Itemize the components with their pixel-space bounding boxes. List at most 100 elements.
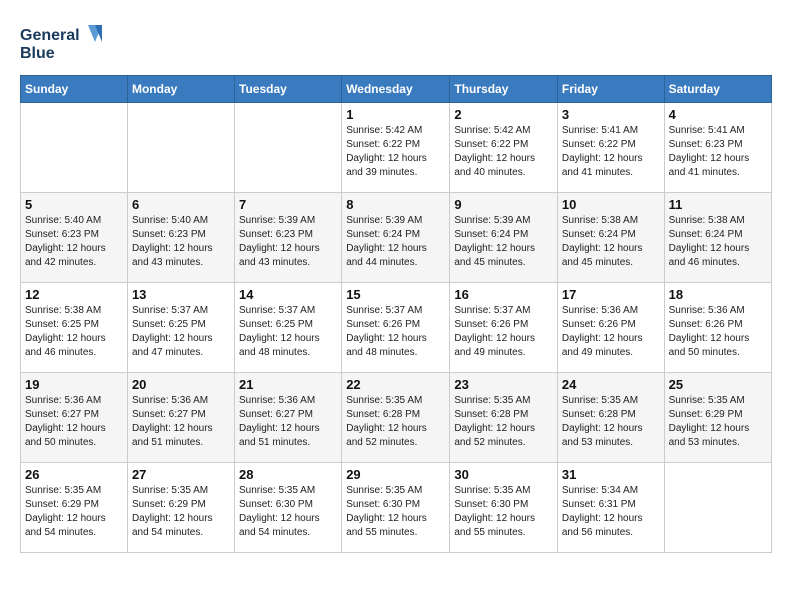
calendar-week-row: 1 Sunrise: 5:42 AM Sunset: 6:22 PM Daylig… <box>21 103 772 193</box>
day-info: Sunrise: 5:40 AM Sunset: 6:23 PM Dayligh… <box>132 214 230 270</box>
calendar-cell: 13 Sunrise: 5:37 AM Sunset: 6:25 PM Dayli… <box>127 283 234 373</box>
day-number: 2 <box>454 107 553 122</box>
day-number: 7 <box>239 197 337 212</box>
weekday-header-sunday: Sunday <box>21 76 128 103</box>
calendar-cell <box>21 103 128 193</box>
day-number: 29 <box>346 467 445 482</box>
day-info: Sunrise: 5:35 AM Sunset: 6:28 PM Dayligh… <box>562 394 660 450</box>
calendar-cell: 4 Sunrise: 5:41 AM Sunset: 6:23 PM Daylig… <box>664 103 771 193</box>
svg-text:Blue: Blue <box>20 45 55 62</box>
calendar-cell: 27 Sunrise: 5:35 AM Sunset: 6:29 PM Dayli… <box>127 463 234 553</box>
day-number: 12 <box>25 287 123 302</box>
day-info: Sunrise: 5:35 AM Sunset: 6:28 PM Dayligh… <box>454 394 553 450</box>
calendar-cell: 16Sunrise: 5:37 AM Sunset: 6:26 PM Dayli… <box>450 283 558 373</box>
day-number: 18 <box>669 287 767 302</box>
day-number: 3 <box>562 107 660 122</box>
day-info: Sunrise: 5:35 AM Sunset: 6:29 PM Dayligh… <box>132 484 230 540</box>
calendar-cell: 28Sunrise: 5:35 AM Sunset: 6:30 PM Dayli… <box>235 463 342 553</box>
calendar-cell: 6 Sunrise: 5:40 AM Sunset: 6:23 PM Daylig… <box>127 193 234 283</box>
calendar-cell: 23 Sunrise: 5:35 AM Sunset: 6:28 PM Dayli… <box>450 373 558 463</box>
day-info: Sunrise: 5:35 AM Sunset: 6:30 PM Dayligh… <box>346 484 445 540</box>
day-number: 20 <box>132 377 230 392</box>
calendar-cell: 22 Sunrise: 5:35 AM Sunset: 6:28 PM Dayli… <box>342 373 450 463</box>
calendar-cell: 10 Sunrise: 5:38 AM Sunset: 6:24 PM Dayli… <box>557 193 664 283</box>
day-number: 9 <box>454 197 553 212</box>
day-number: 8 <box>346 197 445 212</box>
day-info: Sunrise: 5:35 AM Sunset: 6:29 PM Dayligh… <box>669 394 767 450</box>
day-info: Sunrise: 5:40 AM Sunset: 6:23 PM Dayligh… <box>25 214 123 270</box>
calendar-cell: 20 Sunrise: 5:36 AM Sunset: 6:27 PM Dayli… <box>127 373 234 463</box>
day-info: Sunrise: 5:34 AM Sunset: 6:31 PM Dayligh… <box>562 484 660 540</box>
calendar-cell: 15 Sunrise: 5:37 AM Sunset: 6:26 PM Dayli… <box>342 283 450 373</box>
day-info: Sunrise: 5:37 AM Sunset: 6:25 PM Dayligh… <box>239 304 337 360</box>
calendar-cell: 14 Sunrise: 5:37 AM Sunset: 6:25 PM Dayli… <box>235 283 342 373</box>
calendar-cell <box>235 103 342 193</box>
day-info: Sunrise: 5:36 AM Sunset: 6:26 PM Dayligh… <box>669 304 767 360</box>
day-info: Sunrise: 5:39 AM Sunset: 6:23 PM Dayligh… <box>239 214 337 270</box>
calendar-cell: 24 Sunrise: 5:35 AM Sunset: 6:28 PM Dayli… <box>557 373 664 463</box>
day-info: Sunrise: 5:38 AM Sunset: 6:24 PM Dayligh… <box>562 214 660 270</box>
calendar-week-row: 19Sunrise: 5:36 AM Sunset: 6:27 PM Dayli… <box>21 373 772 463</box>
day-info: Sunrise: 5:37 AM Sunset: 6:26 PM Dayligh… <box>346 304 445 360</box>
calendar-cell: 26Sunrise: 5:35 AM Sunset: 6:29 PM Dayli… <box>21 463 128 553</box>
weekday-header-saturday: Saturday <box>664 76 771 103</box>
day-info: Sunrise: 5:41 AM Sunset: 6:23 PM Dayligh… <box>669 124 767 180</box>
day-number: 1 <box>346 107 445 122</box>
calendar-cell: 19Sunrise: 5:36 AM Sunset: 6:27 PM Dayli… <box>21 373 128 463</box>
day-info: Sunrise: 5:42 AM Sunset: 6:22 PM Dayligh… <box>454 124 553 180</box>
calendar-cell: 21 Sunrise: 5:36 AM Sunset: 6:27 PM Dayli… <box>235 373 342 463</box>
calendar-cell: 12 Sunrise: 5:38 AM Sunset: 6:25 PM Dayli… <box>21 283 128 373</box>
day-info: Sunrise: 5:36 AM Sunset: 6:27 PM Dayligh… <box>25 394 123 450</box>
day-number: 14 <box>239 287 337 302</box>
weekday-header-thursday: Thursday <box>450 76 558 103</box>
day-number: 17 <box>562 287 660 302</box>
day-info: Sunrise: 5:39 AM Sunset: 6:24 PM Dayligh… <box>346 214 445 270</box>
day-info: Sunrise: 5:41 AM Sunset: 6:22 PM Dayligh… <box>562 124 660 180</box>
day-number: 13 <box>132 287 230 302</box>
calendar-cell: 9 Sunrise: 5:39 AM Sunset: 6:24 PM Daylig… <box>450 193 558 283</box>
calendar-cell: 29 Sunrise: 5:35 AM Sunset: 6:30 PM Dayli… <box>342 463 450 553</box>
day-number: 6 <box>132 197 230 212</box>
day-info: Sunrise: 5:35 AM Sunset: 6:30 PM Dayligh… <box>239 484 337 540</box>
day-number: 15 <box>346 287 445 302</box>
calendar-cell: 18 Sunrise: 5:36 AM Sunset: 6:26 PM Dayli… <box>664 283 771 373</box>
day-number: 24 <box>562 377 660 392</box>
calendar-cell: 30 Sunrise: 5:35 AM Sunset: 6:30 PM Dayli… <box>450 463 558 553</box>
day-info: Sunrise: 5:36 AM Sunset: 6:26 PM Dayligh… <box>562 304 660 360</box>
calendar-cell <box>127 103 234 193</box>
weekday-header-friday: Friday <box>557 76 664 103</box>
calendar-cell: 5 Sunrise: 5:40 AM Sunset: 6:23 PM Daylig… <box>21 193 128 283</box>
day-number: 31 <box>562 467 660 482</box>
calendar-cell: 2 Sunrise: 5:42 AM Sunset: 6:22 PM Daylig… <box>450 103 558 193</box>
day-info: Sunrise: 5:37 AM Sunset: 6:26 PM Dayligh… <box>454 304 553 360</box>
day-number: 23 <box>454 377 553 392</box>
day-number: 25 <box>669 377 767 392</box>
day-info: Sunrise: 5:35 AM Sunset: 6:30 PM Dayligh… <box>454 484 553 540</box>
calendar-cell: 8 Sunrise: 5:39 AM Sunset: 6:24 PM Daylig… <box>342 193 450 283</box>
calendar-week-row: 26Sunrise: 5:35 AM Sunset: 6:29 PM Dayli… <box>21 463 772 553</box>
day-number: 30 <box>454 467 553 482</box>
day-info: Sunrise: 5:38 AM Sunset: 6:25 PM Dayligh… <box>25 304 123 360</box>
calendar-week-row: 5 Sunrise: 5:40 AM Sunset: 6:23 PM Daylig… <box>21 193 772 283</box>
day-number: 21 <box>239 377 337 392</box>
day-number: 5 <box>25 197 123 212</box>
calendar-cell: 31 Sunrise: 5:34 AM Sunset: 6:31 PM Dayli… <box>557 463 664 553</box>
day-number: 22 <box>346 377 445 392</box>
day-info: Sunrise: 5:36 AM Sunset: 6:27 PM Dayligh… <box>239 394 337 450</box>
day-number: 4 <box>669 107 767 122</box>
day-info: Sunrise: 5:36 AM Sunset: 6:27 PM Dayligh… <box>132 394 230 450</box>
calendar-cell: 11 Sunrise: 5:38 AM Sunset: 6:24 PM Dayli… <box>664 193 771 283</box>
day-info: Sunrise: 5:39 AM Sunset: 6:24 PM Dayligh… <box>454 214 553 270</box>
day-number: 10 <box>562 197 660 212</box>
weekday-header-row: SundayMondayTuesdayWednesdayThursdayFrid… <box>21 76 772 103</box>
day-info: Sunrise: 5:38 AM Sunset: 6:24 PM Dayligh… <box>669 214 767 270</box>
day-info: Sunrise: 5:35 AM Sunset: 6:28 PM Dayligh… <box>346 394 445 450</box>
day-info: Sunrise: 5:37 AM Sunset: 6:25 PM Dayligh… <box>132 304 230 360</box>
day-number: 11 <box>669 197 767 212</box>
header: GeneralBlue <box>20 20 772 65</box>
weekday-header-monday: Monday <box>127 76 234 103</box>
page-container: GeneralBlue SundayMondayTuesdayWednesday… <box>20 20 772 553</box>
day-info: Sunrise: 5:35 AM Sunset: 6:29 PM Dayligh… <box>25 484 123 540</box>
weekday-header-tuesday: Tuesday <box>235 76 342 103</box>
day-number: 27 <box>132 467 230 482</box>
